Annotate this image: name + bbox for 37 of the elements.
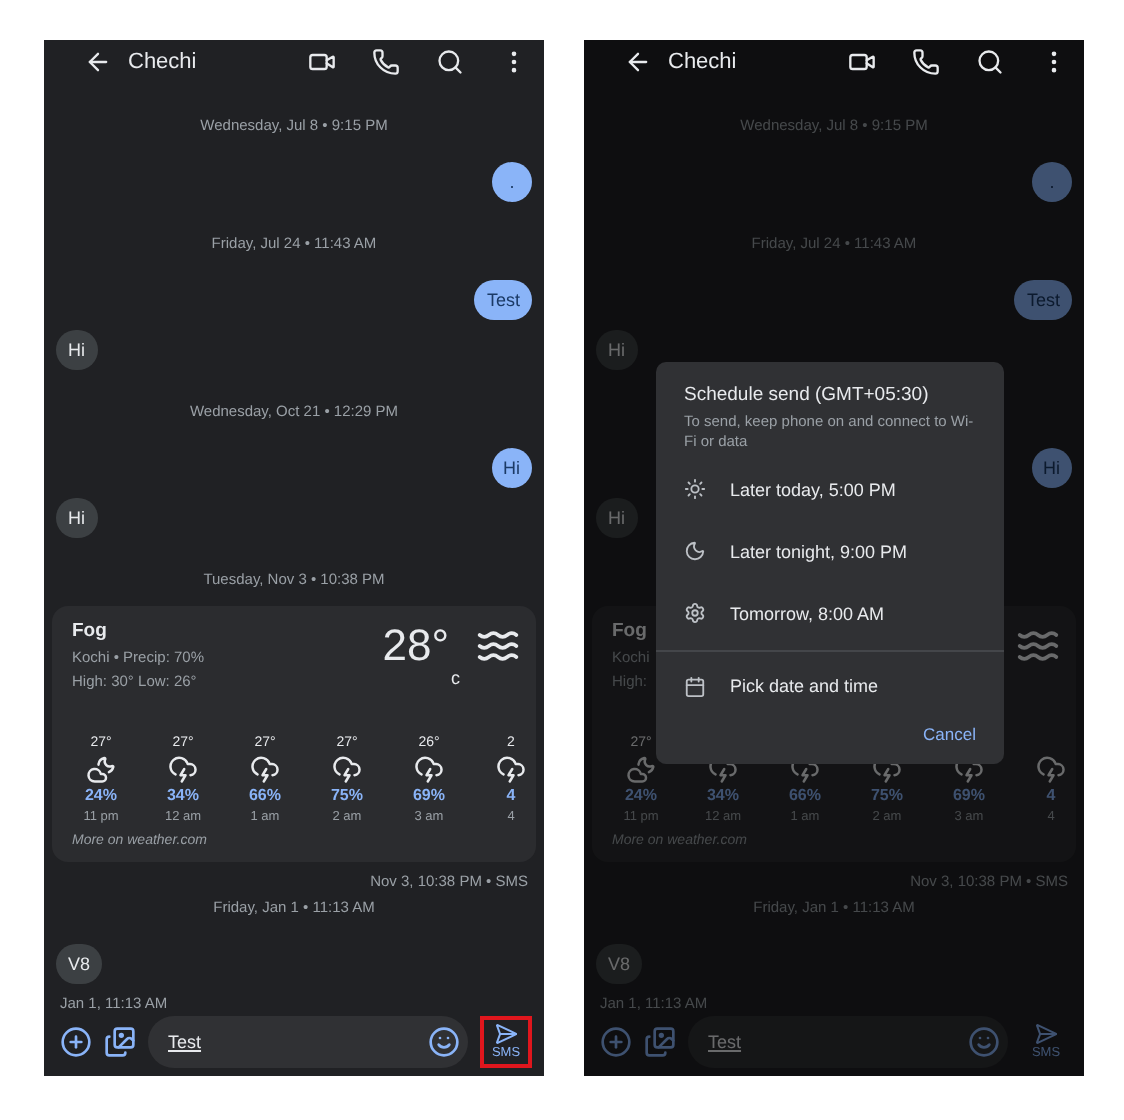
temperature: 28° (382, 620, 449, 674)
dialog-title: Schedule send (GMT+05:30) (684, 384, 931, 408)
received-message: Hi (56, 330, 97, 370)
schedule-option[interactable]: Later today, 5:00 PM (656, 458, 1004, 520)
schedule-option[interactable]: Tomorrow, 8:00 AM (656, 582, 1004, 644)
received-message: Hi (56, 498, 97, 538)
contact-name: Chechi (668, 50, 739, 74)
message-field[interactable]: Test (148, 1016, 468, 1068)
sent-message: Test (1014, 280, 1072, 320)
precipitation-chance: 69% (412, 786, 445, 806)
schedule-option[interactable]: Later tonight, 9:00 PM (656, 520, 1004, 582)
precipitation-chance: 75% (330, 786, 363, 806)
precipitation-chance: 34% (166, 786, 199, 806)
sent-message: Hi (1031, 448, 1072, 488)
precipitation-chance: 24% (84, 786, 117, 806)
sent-message: . (492, 162, 532, 202)
received-message: V8 (56, 944, 103, 984)
weather-condition: Fog (72, 620, 107, 644)
received-message: V8 (596, 944, 643, 984)
weather-condition: Fog (612, 620, 647, 644)
precipitation-chance: 24% (624, 786, 657, 806)
temperature-unit: c (451, 668, 460, 688)
precipitation-chance: 75% (870, 786, 903, 806)
cancel-button[interactable]: Cancel (915, 720, 984, 748)
precipitation-chance: 4 (506, 786, 516, 806)
precipitation-chance: 66% (248, 786, 281, 806)
received-message: Hi (596, 330, 637, 370)
contact-name: Chechi (128, 50, 199, 74)
received-message: Hi (596, 498, 637, 538)
sent-message: Test (474, 280, 532, 320)
sent-message: . (1032, 162, 1072, 202)
precipitation-chance: 34% (706, 786, 739, 806)
precipitation-chance: 4 (1046, 786, 1056, 806)
precipitation-chance: 66% (788, 786, 821, 806)
schedule-option[interactable]: Pick date and time (656, 650, 1004, 720)
precipitation-chance: 69% (952, 786, 985, 806)
sent-message: Hi (491, 448, 532, 488)
